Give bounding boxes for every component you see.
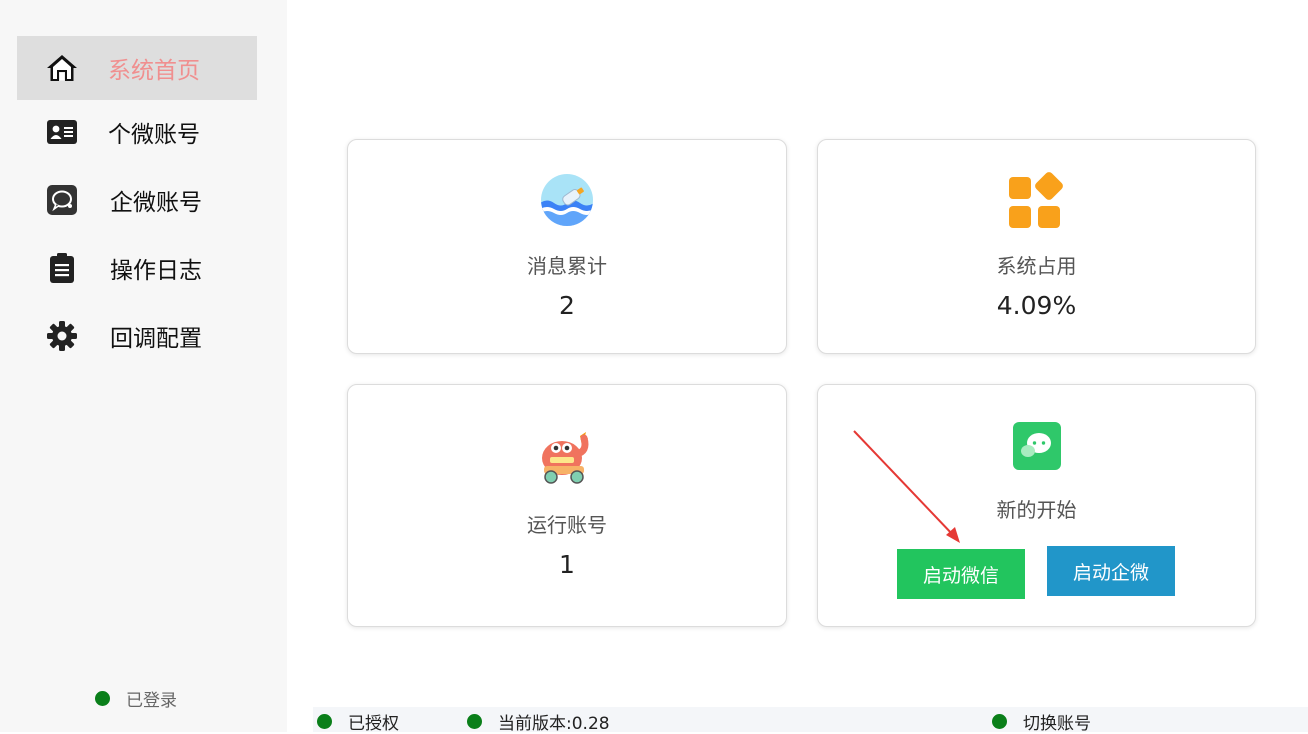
sidebar-item-label: 系统首页 xyxy=(108,58,200,84)
card-message-count: 消息累计 2 xyxy=(347,139,787,354)
status-dot-icon xyxy=(317,714,332,729)
authorized-text: 已授权 xyxy=(348,714,399,734)
sidebar-item-label: 个微账号 xyxy=(108,122,200,148)
start-wechat-button[interactable]: 启动微信 xyxy=(897,549,1025,599)
switch-account-button[interactable]: 切换账号 xyxy=(992,709,1091,734)
sidebar-item-enterprise-wechat[interactable]: 企微账号 xyxy=(17,168,257,232)
start-wework-button[interactable]: 启动企微 xyxy=(1047,546,1175,596)
status-dot-icon xyxy=(992,714,1007,729)
monster-cart-icon xyxy=(536,432,598,490)
version-info: 当前版本:0.28 xyxy=(467,709,610,734)
sidebar: 系统首页 个微账号 企微账号 操作日志 回调配置 已登录 xyxy=(0,0,287,732)
home-icon xyxy=(45,51,79,85)
sidebar-item-label: 企微账号 xyxy=(110,190,202,216)
card-label: 消息累计 xyxy=(527,254,607,278)
sidebar-item-label: 操作日志 xyxy=(110,258,202,284)
login-status: 已登录 xyxy=(95,686,177,711)
card-running-accounts: 运行账号 1 xyxy=(347,384,787,627)
authorized-status: 已授权 xyxy=(317,709,399,734)
status-bar: 已授权 当前版本:0.28 切换账号 xyxy=(313,707,1308,734)
card-value: 2 xyxy=(559,291,575,320)
apps-icon xyxy=(1007,171,1067,233)
switch-account-text: 切换账号 xyxy=(1023,714,1091,734)
id-card-icon xyxy=(45,115,79,149)
login-status-text: 已登录 xyxy=(126,691,177,711)
status-dot-icon xyxy=(467,714,482,729)
sidebar-item-home[interactable]: 系统首页 xyxy=(17,36,257,100)
sidebar-item-callback-config[interactable]: 回调配置 xyxy=(17,304,257,368)
version-text: 当前版本:0.28 xyxy=(498,714,610,734)
card-label: 运行账号 xyxy=(527,513,607,537)
annotation-arrow-icon xyxy=(853,430,960,543)
message-bottle-icon xyxy=(540,173,594,231)
gear-icon xyxy=(45,319,79,353)
sidebar-item-label: 回调配置 xyxy=(110,326,202,352)
card-value: 1 xyxy=(559,550,575,579)
sidebar-item-operation-log[interactable]: 操作日志 xyxy=(17,236,257,300)
chat-bubble-icon xyxy=(45,183,79,217)
card-system-usage: 系统占用 4.09% xyxy=(817,139,1256,354)
card-label: 系统占用 xyxy=(996,254,1077,278)
wechat-icon xyxy=(1012,422,1061,474)
status-dot-icon xyxy=(95,691,110,706)
card-value: 4.09% xyxy=(996,291,1077,320)
clipboard-icon xyxy=(45,251,79,285)
sidebar-item-personal-wechat[interactable]: 个微账号 xyxy=(17,100,257,164)
